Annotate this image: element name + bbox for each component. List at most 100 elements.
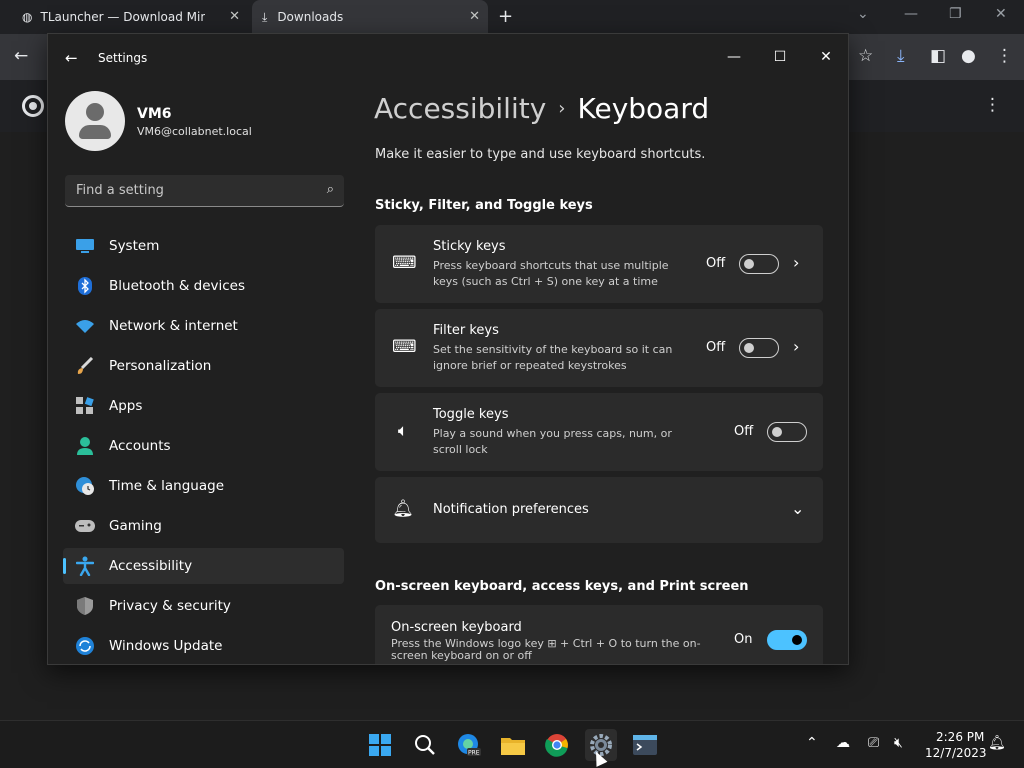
side-panel-icon[interactable]: ◧ xyxy=(930,46,946,66)
file-explorer-icon[interactable] xyxy=(497,729,529,761)
sidebar-item-label: Network & internet xyxy=(109,318,238,334)
avatar[interactable] xyxy=(65,91,125,151)
filter-keys-card[interactable]: ⌨ Filter keys Set the sensitivity of the… xyxy=(375,309,823,387)
sidebar-item-accounts[interactable]: Accounts xyxy=(63,428,344,464)
toggle-state: On xyxy=(734,632,753,647)
sidebar-item-privacy[interactable]: Privacy & security xyxy=(63,588,344,624)
more-icon[interactable]: ⋮ xyxy=(984,95,1001,115)
search-icon[interactable]: ⌕ xyxy=(327,182,334,197)
windows-start-icon[interactable] xyxy=(364,729,396,761)
tab-title: Downloads xyxy=(277,10,344,24)
svg-text:PRE: PRE xyxy=(468,750,480,757)
onedrive-icon[interactable]: ☁ xyxy=(836,735,850,751)
restore-icon[interactable]: ❐ xyxy=(949,6,962,22)
profile-email: VM6@collabnet.local xyxy=(137,125,252,138)
gamepad-icon xyxy=(75,516,95,536)
globe-clock-icon xyxy=(75,476,95,496)
sidebar-item-label: Privacy & security xyxy=(109,598,231,614)
card-title: Sticky keys xyxy=(433,239,506,254)
shield-icon xyxy=(75,596,95,616)
sidebar-item-label: System xyxy=(109,238,160,254)
update-icon xyxy=(75,636,95,656)
sidebar-item-personalization[interactable]: Personalization xyxy=(63,348,344,384)
sidebar-item-label: Bluetooth & devices xyxy=(109,278,246,294)
person-icon xyxy=(75,436,95,456)
sidebar-item-label: Accessibility xyxy=(109,558,193,574)
toggle-keys-toggle[interactable] xyxy=(767,422,807,442)
minimize-button[interactable]: — xyxy=(711,42,757,72)
on-screen-keyboard-toggle[interactable] xyxy=(767,630,807,650)
sidebar-item-gaming[interactable]: Gaming xyxy=(63,508,344,544)
volume-muted-icon[interactable]: 🔇︎ xyxy=(894,735,903,751)
sidebar-item-label: Gaming xyxy=(109,518,162,534)
speaker-icon: 🔈︎ xyxy=(397,421,409,441)
page-subtitle: Make it easier to type and use keyboard … xyxy=(375,147,706,162)
bluetooth-icon xyxy=(75,276,95,296)
card-title: Filter keys xyxy=(433,323,499,338)
sidebar-item-windows-update[interactable]: Windows Update xyxy=(63,628,344,664)
avatar-body xyxy=(79,125,111,139)
profile-name: VM6 xyxy=(137,106,172,122)
card-description: Press the Windows logo key ⊞ + Ctrl + O … xyxy=(391,637,701,662)
filter-keys-toggle[interactable] xyxy=(739,338,779,358)
search-input[interactable] xyxy=(65,175,315,206)
chevron-right-icon[interactable]: › xyxy=(793,337,799,356)
clock-date[interactable]: 12/7/2023 xyxy=(925,746,987,760)
accessibility-icon xyxy=(75,556,95,576)
browser-tab-downloads[interactable]: ⤓ Downloads ✕ xyxy=(252,0,488,34)
sidebar-item-label: Windows Update xyxy=(109,638,223,654)
sidebar-item-system[interactable]: System xyxy=(63,228,344,264)
sidebar-item-network[interactable]: Network & internet xyxy=(63,308,344,344)
card-description: Play a sound when you press caps, num, o… xyxy=(433,427,672,456)
main-content: Accessibility › Keyboard Make it easier to… xyxy=(374,82,844,664)
window-title: Settings xyxy=(98,51,148,65)
browser-tab-tlauncher[interactable]: ◍ TLauncher — Download Minecraft ✕ xyxy=(8,0,248,34)
sidebar-item-label: Accounts xyxy=(109,438,171,454)
close-icon[interactable]: ✕ xyxy=(995,6,1007,22)
chrome-logo-icon xyxy=(22,95,44,117)
notification-preferences-card[interactable]: 🔔︎ Notification preferences ⌄ xyxy=(375,477,823,543)
close-button[interactable]: ✕ xyxy=(803,42,848,72)
close-icon[interactable]: ✕ xyxy=(469,9,480,24)
sidebar-nav: System Bluetooth & devices Network & int… xyxy=(63,228,344,664)
chevron-right-icon[interactable]: › xyxy=(793,253,799,272)
sidebar-item-apps[interactable]: Apps xyxy=(63,388,344,424)
sidebar-item-time-language[interactable]: Time & language xyxy=(63,468,344,504)
bell-icon: 🔔︎ xyxy=(392,499,414,519)
notification-bell-icon[interactable]: 🔔︎ xyxy=(988,735,1006,751)
menu-icon[interactable]: ⋮ xyxy=(996,46,1013,66)
sticky-keys-toggle[interactable] xyxy=(739,254,779,274)
profile-icon[interactable]: ● xyxy=(961,46,976,66)
new-tab-icon[interactable]: + xyxy=(498,6,513,27)
on-screen-keyboard-card: On-screen keyboard Press the Windows log… xyxy=(375,605,823,664)
star-icon[interactable]: ☆ xyxy=(858,46,873,66)
tab-search-icon[interactable]: ⌄ xyxy=(857,6,869,22)
avatar-head xyxy=(86,103,104,121)
breadcrumb: Accessibility › Keyboard xyxy=(374,92,709,125)
toggle-state: Off xyxy=(734,424,754,439)
network-icon[interactable]: ⎚ xyxy=(868,735,879,751)
download-icon[interactable]: ⤓ xyxy=(897,46,905,66)
sidebar-item-accessibility[interactable]: Accessibility xyxy=(63,548,344,584)
globe-icon: ◍ xyxy=(22,10,33,24)
maximize-button[interactable]: ☐ xyxy=(757,42,803,72)
chrome-icon[interactable] xyxy=(541,729,573,761)
apps-icon xyxy=(75,396,95,416)
sticky-keys-card[interactable]: ⌨ Sticky keys Press keyboard shortcuts t… xyxy=(375,225,823,303)
back-arrow-icon[interactable]: ← xyxy=(14,46,28,66)
clock-time[interactable]: 2:26 PM xyxy=(936,730,984,744)
minimize-icon[interactable]: — xyxy=(904,6,918,22)
sidebar-item-label: Time & language xyxy=(109,478,225,494)
breadcrumb-parent[interactable]: Accessibility xyxy=(374,92,546,125)
terminal-icon[interactable] xyxy=(629,729,661,761)
sidebar-item-bluetooth[interactable]: Bluetooth & devices xyxy=(63,268,344,304)
edge-pre-icon[interactable]: PRE xyxy=(453,729,485,761)
filter-keys-icon: ⌨ xyxy=(392,337,417,357)
card-title: Notification preferences xyxy=(433,502,589,517)
chevron-down-icon[interactable]: ⌄ xyxy=(791,499,804,518)
back-arrow-icon[interactable]: ← xyxy=(65,49,78,67)
section-title: On-screen keyboard, access keys, and Pri… xyxy=(375,579,749,594)
chevron-up-icon[interactable]: ⌃ xyxy=(806,735,818,751)
search-icon[interactable] xyxy=(409,729,441,761)
close-icon[interactable]: ✕ xyxy=(229,9,240,24)
